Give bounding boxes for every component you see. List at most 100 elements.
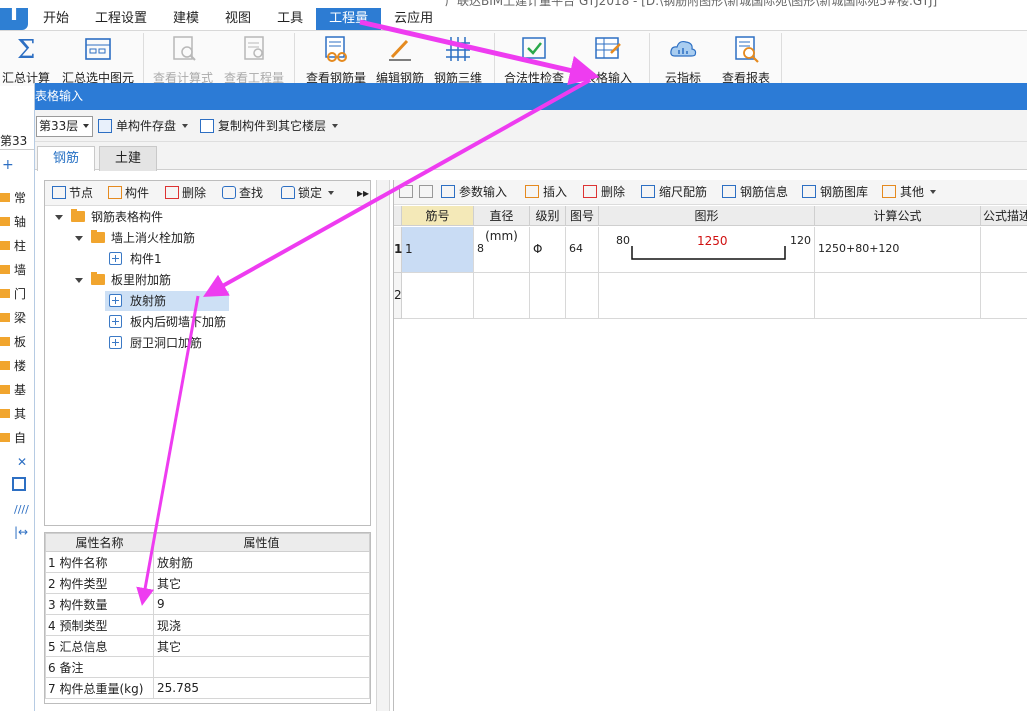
parameter-input-button[interactable]: 参数输入 <box>441 184 507 201</box>
add-component-button[interactable]: 构件 <box>108 185 149 202</box>
move-down-button[interactable] <box>419 184 437 201</box>
property-row[interactable]: 7 构件总重量(kg) 25.785 <box>45 677 370 699</box>
view-formula-button[interactable]: 查看计算式 <box>148 35 218 86</box>
formula-cell[interactable]: 1250+80+120 <box>815 227 981 273</box>
rebar-3d-button[interactable]: 钢筋三维 <box>423 35 493 86</box>
property-row[interactable]: 5 汇总信息 其它 <box>45 635 370 657</box>
cloud-index-button[interactable]: 云指标 <box>648 35 718 86</box>
formula-cell[interactable] <box>815 273 981 319</box>
property-value[interactable]: 其它 <box>153 572 370 594</box>
tree-item-selected[interactable]: 放射筋 <box>105 291 229 311</box>
property-value[interactable]: 9 <box>153 593 370 615</box>
sigma-icon: Σ <box>11 35 41 65</box>
background-nav-item[interactable]: 板 <box>0 333 34 350</box>
calc-selected-button[interactable]: 汇总选中图元 <box>58 35 138 86</box>
grade-cell[interactable] <box>530 273 566 319</box>
add-icon[interactable]: + <box>2 157 14 173</box>
menu-tools[interactable]: 工具 <box>264 8 316 30</box>
property-value[interactable]: 放射筋 <box>153 551 370 573</box>
rebar-quantity-button[interactable]: 查看钢筋量 <box>301 35 371 86</box>
background-nav-item[interactable]: 柱 <box>0 237 34 254</box>
dimension-icon[interactable]: |↔ <box>14 525 28 539</box>
column-header[interactable]: 图号 <box>566 206 599 226</box>
view-quantity-button[interactable]: 查看工程量 <box>219 35 289 86</box>
background-nav-item[interactable]: 自 <box>0 429 34 446</box>
validity-check-button[interactable]: 合法性检查 <box>499 35 569 86</box>
save-single-component-button[interactable]: 单构件存盘 <box>98 116 189 136</box>
background-nav-item[interactable]: 其 <box>0 405 34 422</box>
menu-project-settings[interactable]: 工程设置 <box>82 8 160 30</box>
delete-component-button[interactable]: 删除 <box>165 185 206 202</box>
delete-row-button[interactable]: 删除 <box>583 184 625 201</box>
background-nav-item[interactable]: 常 <box>0 189 34 206</box>
insert-row-button[interactable]: 插入 <box>525 184 567 201</box>
property-row-number: 2 <box>48 576 56 591</box>
tree-item[interactable]: 厨卫洞口加筋 <box>109 333 202 353</box>
property-row[interactable]: 3 构件数量 9 <box>45 593 370 615</box>
property-value[interactable] <box>153 656 370 678</box>
lock-button[interactable]: 锁定 <box>281 185 335 202</box>
other-button[interactable]: 其他 <box>882 184 937 201</box>
column-header[interactable]: 公式描述 <box>981 206 1027 226</box>
diameter-cell[interactable] <box>474 273 530 319</box>
background-nav-item[interactable]: 基 <box>0 381 34 398</box>
add-node-button[interactable]: 节点 <box>52 185 93 202</box>
formula-description-cell[interactable] <box>981 227 1027 273</box>
floor-select[interactable]: 第33层 <box>36 116 93 137</box>
find-button[interactable]: 查找 <box>222 185 263 202</box>
table-input-button[interactable]: 表格输入 <box>573 35 643 86</box>
rebar-info-button[interactable]: 钢筋信息 <box>722 184 788 201</box>
tree-group[interactable]: 墙上消火栓加筋 <box>75 228 195 248</box>
draw-point-icon[interactable]: ✕ <box>17 455 27 469</box>
column-header[interactable]: 筋号 <box>402 206 474 226</box>
menu-quantities[interactable]: 工程量 <box>316 8 382 30</box>
column-header[interactable]: 计算公式 <box>815 206 981 226</box>
shape-number-cell[interactable] <box>566 273 599 319</box>
row-number[interactable]: 2 <box>394 273 402 319</box>
bar-number-cell[interactable]: 1 <box>402 227 474 273</box>
hatch-icon[interactable]: //// <box>14 503 29 516</box>
background-nav-item[interactable]: 门 <box>0 285 34 302</box>
property-row[interactable]: 2 构件类型 其它 <box>45 572 370 594</box>
tree-item[interactable]: 板内后砌墙下加筋 <box>109 312 226 332</box>
calc-summary-button[interactable]: Σ 汇总计算 <box>0 35 61 86</box>
rebar-quantity-icon <box>321 35 351 63</box>
property-row[interactable]: 4 预制类型 现浇 <box>45 614 370 636</box>
menu-cloud[interactable]: 云应用 <box>381 8 446 30</box>
view-report-button[interactable]: 查看报表 <box>711 35 781 86</box>
shape-cell[interactable]: 80 1250 120 <box>599 227 815 273</box>
property-row[interactable]: 1 构件名称 放射筋 <box>45 551 370 573</box>
property-value[interactable]: 25.785 <box>153 677 370 699</box>
tab-civil[interactable]: 土建 <box>99 146 157 171</box>
tree-root[interactable]: 钢筋表格构件 <box>55 207 163 227</box>
scale-rebar-button[interactable]: 缩尺配筋 <box>641 184 707 201</box>
column-header[interactable]: 直径(mm) <box>474 206 530 243</box>
tree-group[interactable]: 板里附加筋 <box>75 270 171 290</box>
menu-start[interactable]: 开始 <box>30 8 82 30</box>
diameter-cell[interactable]: 8 <box>474 227 530 273</box>
move-up-button[interactable] <box>399 184 417 201</box>
background-nav-item[interactable]: 梁 <box>0 309 34 326</box>
tab-rebar[interactable]: 钢筋 <box>37 146 95 171</box>
background-nav-item[interactable]: 墙 <box>0 261 34 278</box>
grade-cell[interactable]: Φ <box>530 227 566 273</box>
column-header[interactable]: 级别 <box>530 206 566 226</box>
property-value[interactable]: 现浇 <box>153 614 370 636</box>
tree-item[interactable]: 构件1 <box>109 249 162 269</box>
copy-to-floor-button[interactable]: 复制构件到其它楼层 <box>200 116 339 136</box>
menu-modeling[interactable]: 建模 <box>160 8 212 30</box>
rebar-library-button[interactable]: 钢筋图库 <box>802 184 868 201</box>
draw-rect-icon[interactable] <box>12 477 26 491</box>
background-nav-item[interactable]: 轴 <box>0 213 34 230</box>
panel-splitter[interactable] <box>376 180 390 711</box>
background-nav-item[interactable]: 楼 <box>0 357 34 374</box>
row-number[interactable]: 1 <box>394 227 402 273</box>
bar-number-cell[interactable] <box>402 273 474 319</box>
shape-cell[interactable] <box>599 273 815 319</box>
property-row[interactable]: 6 备注 <box>45 656 370 678</box>
toolbar-overflow-button[interactable]: ▸▸ <box>357 185 369 202</box>
shape-number-cell[interactable]: 64 <box>566 227 599 273</box>
formula-description-cell[interactable] <box>981 273 1027 319</box>
menu-view[interactable]: 视图 <box>212 8 264 30</box>
property-value[interactable]: 其它 <box>153 635 370 657</box>
